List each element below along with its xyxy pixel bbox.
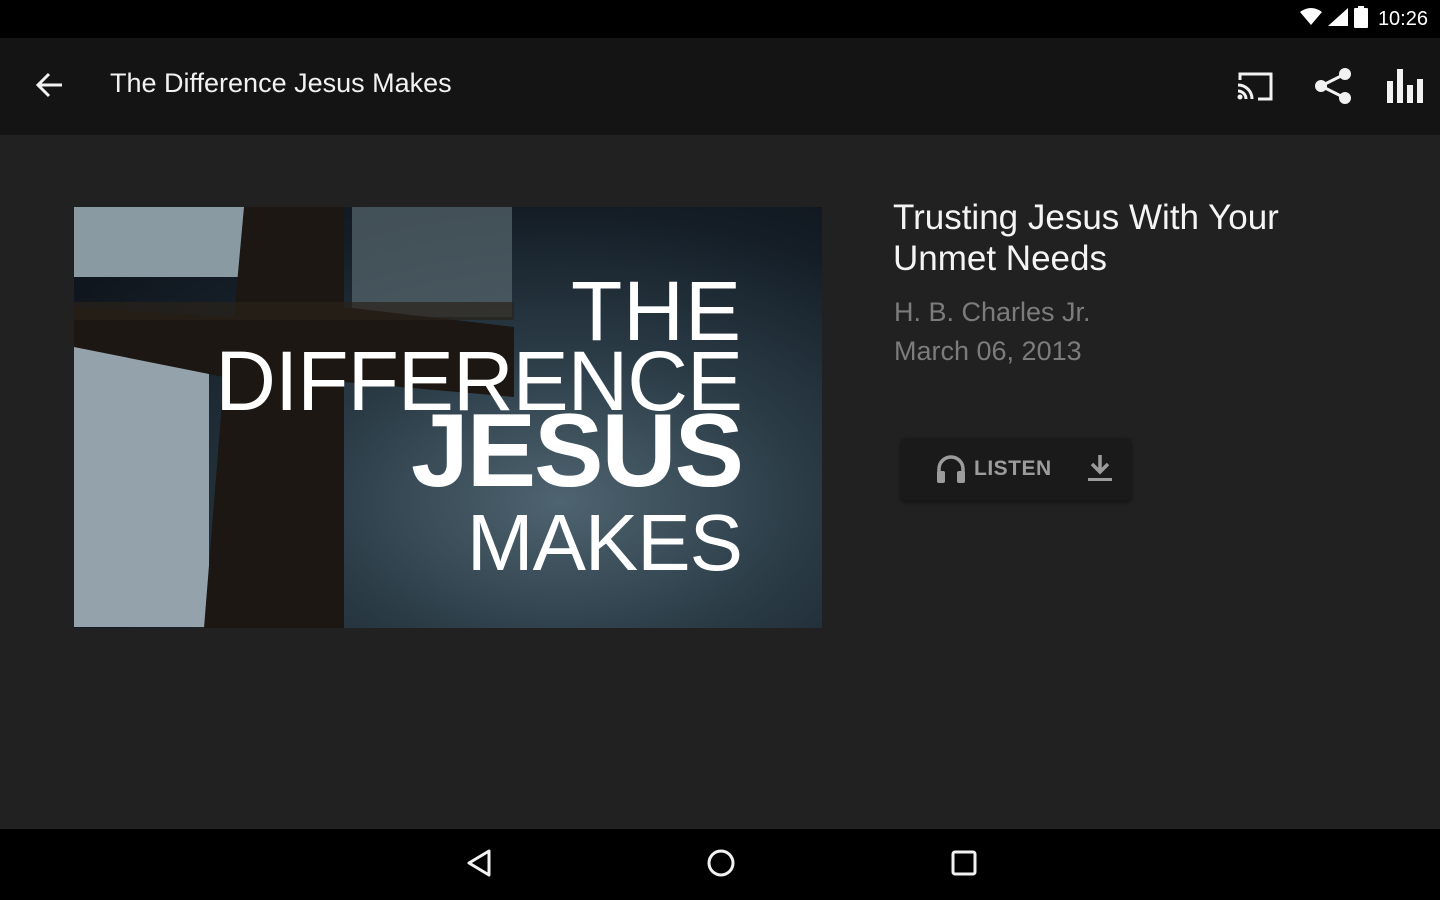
status-time: 10:26 (1377, 7, 1428, 30)
sermon-speaker: H. B. Charles Jr. (894, 297, 1091, 327)
nav-home-button[interactable] (691, 841, 751, 889)
sermon-date: March 06, 2013 (894, 336, 1082, 366)
headphones-icon (935, 454, 967, 484)
app-bar: The Difference Jesus Makes (0, 38, 1440, 135)
sermon-title: Trusting Jesus With Your Unmet Needs (893, 198, 1279, 278)
share-button[interactable] (1308, 64, 1358, 112)
listen-button[interactable]: LISTEN (901, 438, 1061, 500)
nav-back-button[interactable] (449, 841, 509, 889)
status-bar: 10:26 (0, 0, 1440, 38)
back-button[interactable] (22, 63, 76, 111)
battery-icon (1353, 6, 1368, 32)
home-circle-icon (706, 848, 736, 882)
cell-signal-icon (1327, 8, 1348, 30)
sermon-artwork: THE DIFFERENCE JESUS MAKES (74, 207, 822, 628)
arrow-back-icon (35, 72, 63, 102)
sermon-detail: THE DIFFERENCE JESUS MAKES Trusting Jesu… (0, 135, 1440, 829)
back-triangle-icon (465, 848, 493, 882)
artwork-line: MAKES (466, 498, 743, 587)
download-button[interactable] (1079, 450, 1121, 490)
media-button-group: LISTEN (901, 438, 1131, 500)
status-icons: 10:26 (1299, 6, 1428, 32)
page-title: The Difference Jesus Makes (110, 68, 452, 98)
cast-icon (1236, 71, 1274, 105)
share-icon (1314, 67, 1352, 109)
cast-button[interactable] (1230, 64, 1280, 112)
equalizer-icon (1386, 69, 1424, 107)
artwork-line: JESUS (410, 393, 744, 509)
download-icon (1086, 453, 1114, 487)
wifi-icon (1299, 8, 1322, 30)
recents-square-icon (950, 849, 978, 881)
nav-recents-button[interactable] (934, 841, 994, 889)
equalizer-button[interactable] (1380, 64, 1430, 112)
system-nav-bar (0, 829, 1440, 900)
listen-label: LISTEN (974, 457, 1052, 480)
